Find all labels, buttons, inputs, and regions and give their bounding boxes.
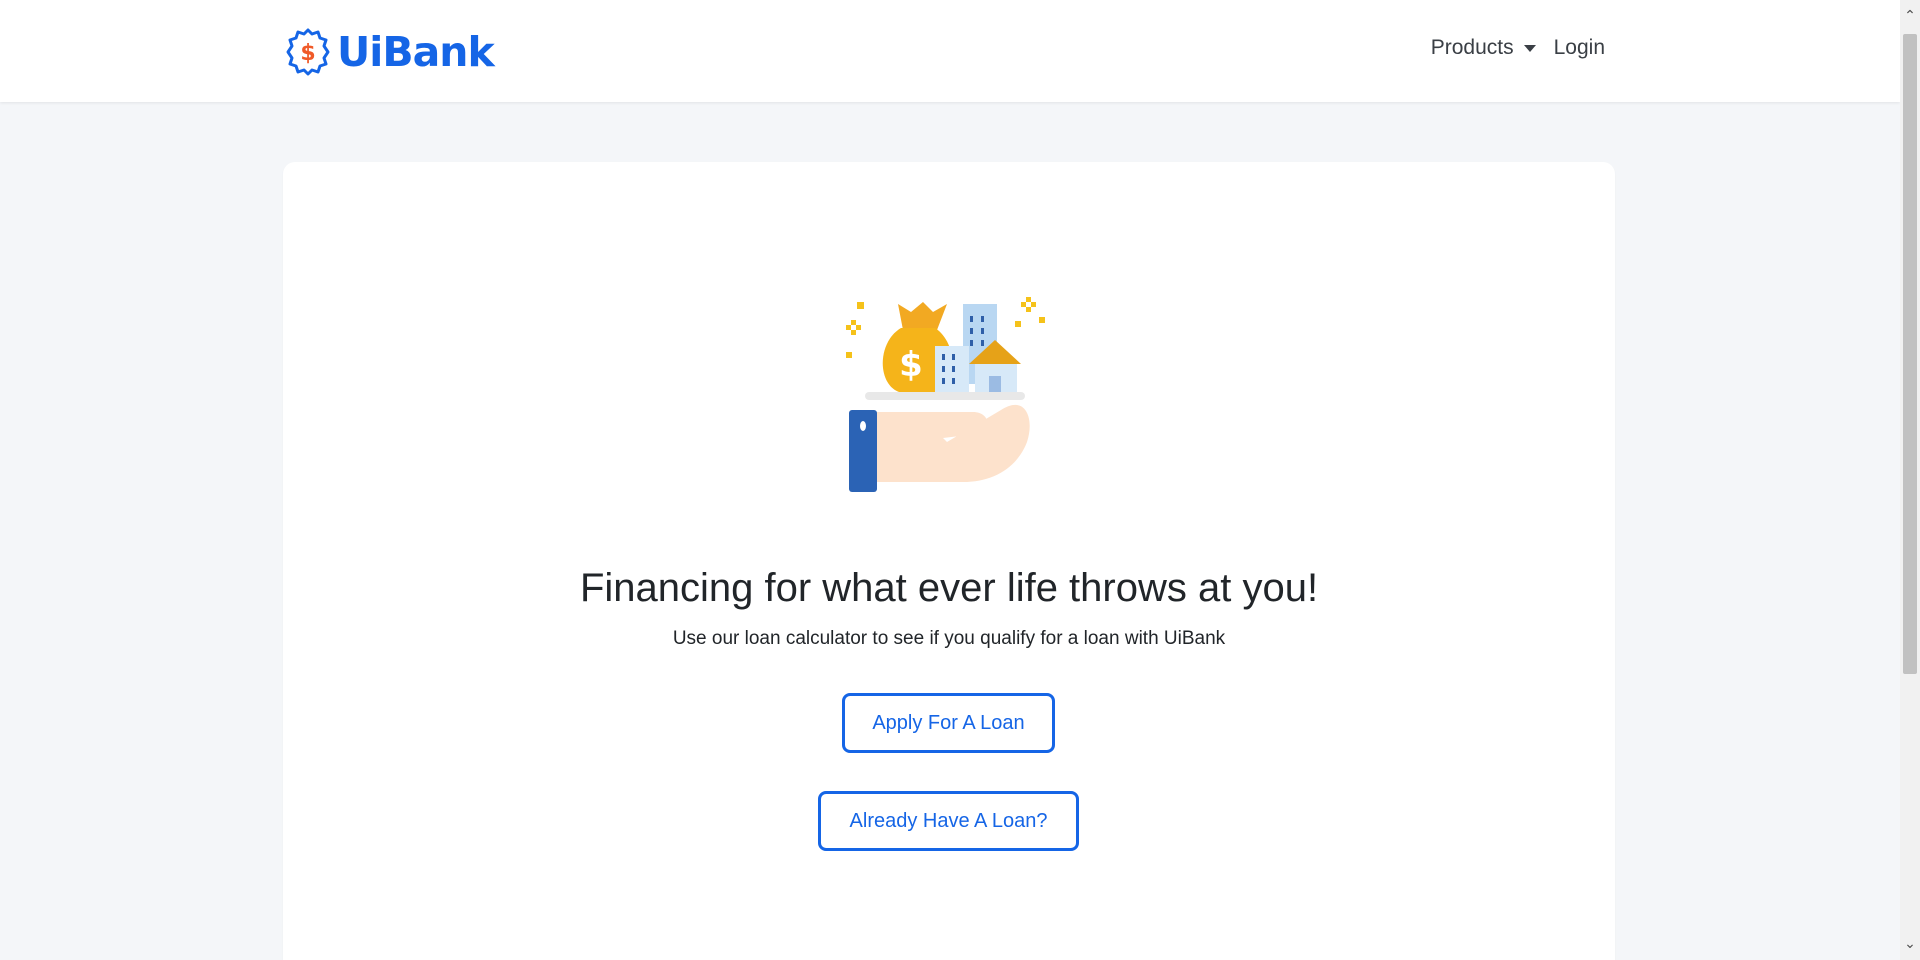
brand-name: UiBank xyxy=(337,28,495,76)
main-nav: Products Login xyxy=(1431,36,1605,60)
nav-products-dropdown[interactable]: Products xyxy=(1431,36,1536,60)
scrollbar-thumb[interactable] xyxy=(1903,34,1917,674)
brand-logo-link[interactable]: $ UiBank xyxy=(283,26,495,78)
loan-card: $ Financing for what ever life throws at… xyxy=(283,162,1615,960)
nav-login-label: Login xyxy=(1553,36,1605,59)
page-title: Financing for what ever life throws at y… xyxy=(579,566,1319,610)
already-have-loan-button[interactable]: Already Have A Loan? xyxy=(818,791,1079,851)
svg-text:$: $ xyxy=(899,345,923,385)
dollar-badge-icon: $ xyxy=(286,28,330,76)
nav-products-label: Products xyxy=(1430,36,1514,59)
money-bag-buildings-hand-icon: $ xyxy=(846,297,1045,492)
chevron-down-icon[interactable]: ⌄ xyxy=(1900,934,1920,954)
apply-for-loan-button[interactable]: Apply For A Loan xyxy=(842,693,1055,753)
page-subtitle: Use our loan calculator to see if you qu… xyxy=(672,628,1226,649)
top-navbar: $ UiBank Products Login xyxy=(0,0,1900,102)
logo-symbol: $ xyxy=(300,41,315,66)
caret-down-icon xyxy=(1523,44,1536,52)
page: $ UiBank Products Login $ Financing for … xyxy=(0,0,1920,960)
vertical-scrollbar[interactable]: ⌃ ⌄ xyxy=(1900,0,1920,960)
money-bag-top xyxy=(898,302,947,330)
nav-login-link[interactable]: Login xyxy=(1554,36,1605,60)
chevron-up-icon[interactable]: ⌃ xyxy=(1900,6,1920,26)
hand-icon xyxy=(873,404,1030,482)
